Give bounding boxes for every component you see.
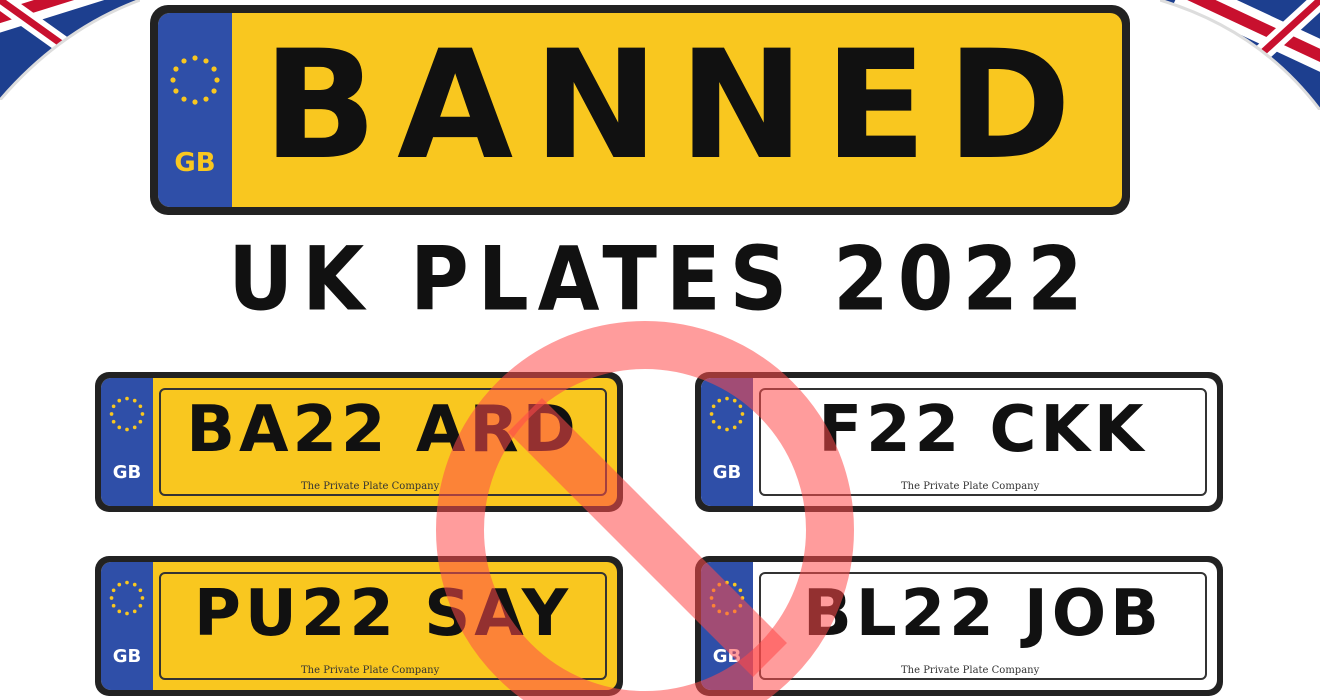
- eu-stars-icon: [709, 580, 745, 616]
- eu-band: GB: [701, 562, 753, 690]
- eu-stars-icon: [109, 396, 145, 432]
- plate-registration: BL22 JOB: [803, 577, 1163, 651]
- band-label: GB: [112, 646, 142, 667]
- plate-registration: BA22 ARD: [186, 393, 580, 467]
- eu-band: GB: [101, 378, 153, 506]
- eu-stars-icon: [170, 55, 220, 105]
- eu-stars-icon: [170, 55, 220, 105]
- banned-plate: GB BL22 JOB The Private Plate Company: [695, 556, 1223, 696]
- band-label: GB: [112, 462, 142, 483]
- plate-maker-label: The Private Plate Company: [301, 665, 440, 676]
- band-label: GB: [712, 646, 742, 667]
- plate-maker-label: The Private Plate Company: [901, 481, 1040, 492]
- eu-band: GB: [701, 378, 753, 506]
- band-label: GB: [712, 462, 742, 483]
- eu-band: GB: [158, 13, 232, 207]
- banned-plate: GB BA22 ARD The Private Plate Company: [95, 372, 623, 512]
- eu-stars-icon: [709, 396, 745, 432]
- banned-plate: GB F22 CKK The Private Plate Company: [695, 372, 1223, 512]
- eu-stars-icon: [109, 580, 145, 616]
- plate-maker-label: The Private Plate Company: [901, 665, 1040, 676]
- main-registration: BANNED: [262, 19, 1092, 193]
- band-label: GB: [174, 148, 216, 178]
- headline: UK PLATES 2022: [228, 228, 1092, 331]
- union-jack-flag-icon: [0, 0, 140, 100]
- plate-registration: PU22 SAY: [193, 577, 573, 651]
- union-jack-flag-icon: [1160, 0, 1320, 110]
- main-plate: GB BANNED: [150, 5, 1130, 215]
- plate-registration: F22 CKK: [818, 393, 1148, 467]
- plate-maker-label: The Private Plate Company: [301, 481, 440, 492]
- banned-plate: GB PU22 SAY The Private Plate Company: [95, 556, 623, 696]
- eu-band: GB: [101, 562, 153, 690]
